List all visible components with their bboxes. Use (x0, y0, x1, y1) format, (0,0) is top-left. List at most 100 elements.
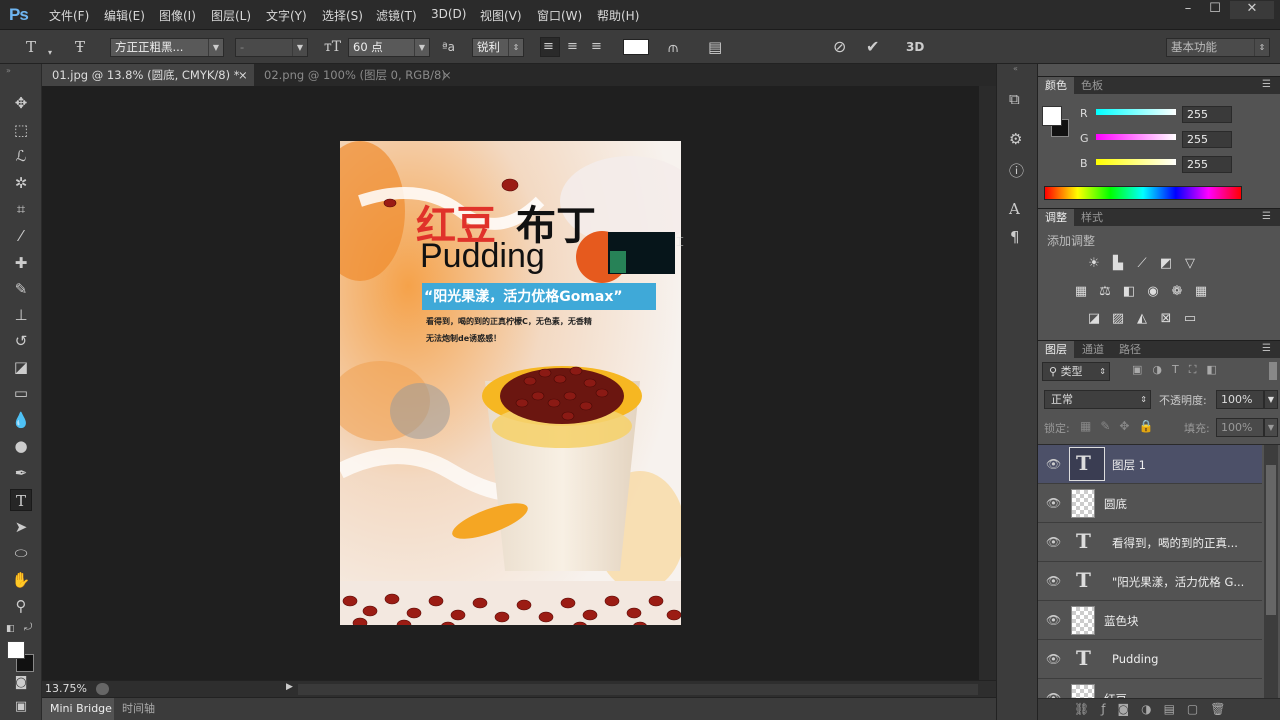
blend-mode-select[interactable]: 正常 ⇕ (1044, 390, 1151, 409)
layer-row[interactable]: 👁 圆底 (1038, 484, 1262, 523)
dodge-tool-icon[interactable]: ● (10, 435, 32, 457)
commit-edit-icon[interactable]: ✔ (866, 38, 879, 56)
visibility-eye-icon[interactable]: 👁 (1046, 496, 1061, 510)
eyedropper-tool-icon[interactable]: ⁄ (10, 225, 32, 247)
character-panel-icon[interactable]: ▤ (708, 38, 722, 56)
status-info-icon[interactable] (96, 683, 109, 695)
tab-02-png[interactable]: 02.png @ 100% (图层 0, RGB/8) × (254, 64, 459, 86)
channel-r-value[interactable]: 255 (1182, 106, 1232, 123)
close-tab-icon[interactable]: × (442, 64, 452, 86)
align-center-icon[interactable]: ≡ (567, 38, 578, 56)
default-colors-icon[interactable]: ◧ (6, 624, 15, 634)
levels-icon[interactable]: ▙ (1110, 257, 1126, 271)
tab-timeline[interactable]: 时间轴 (122, 698, 155, 720)
invert-icon[interactable]: ◪ (1086, 312, 1102, 326)
menu-filter[interactable]: 滤镜(T) (376, 7, 417, 24)
photo-filter-icon[interactable]: ◉ (1145, 285, 1161, 299)
visibility-eye-icon[interactable]: 👁 (1046, 535, 1061, 549)
channel-g-value[interactable]: 255 (1182, 131, 1232, 148)
black-white-icon[interactable]: ◧ (1121, 285, 1137, 299)
magic-wand-tool-icon[interactable]: ✲ (10, 172, 32, 194)
font-style-select[interactable]: - ▼ (235, 38, 308, 57)
opacity-field[interactable]: 100% (1216, 390, 1264, 409)
clone-stamp-icon[interactable]: ⊥ (10, 304, 32, 326)
visibility-eye-icon[interactable]: 👁 (1046, 691, 1061, 698)
gradient-tool-icon[interactable]: ▭ (10, 382, 32, 404)
layer-row[interactable]: 👁 T 图层 1 (1038, 445, 1262, 484)
minimize-button[interactable]: – (1173, 1, 1203, 19)
font-family-select[interactable]: 方正正粗黑... ▼ (110, 38, 224, 57)
document-canvas[interactable]: 红豆 布丁 Pudding “阳光果漾，活力优格Gomax” 看得到，喝的到的正… (340, 141, 681, 625)
chevron-down-icon[interactable]: ▼ (1264, 390, 1278, 409)
curves-icon[interactable]: ⟋ (1134, 257, 1150, 271)
fill-field[interactable]: 100% (1216, 418, 1264, 437)
vibrance-icon[interactable]: ▽ (1182, 257, 1198, 271)
status-menu-arrow-icon[interactable]: ▶ (286, 682, 293, 692)
quick-mask-icon[interactable]: ◙ (10, 672, 32, 694)
tab-swatches[interactable]: 色板 (1074, 77, 1110, 95)
menu-help[interactable]: 帮助(H) (597, 7, 639, 24)
layer-row[interactable]: 👁 红豆 (1038, 679, 1262, 698)
panel-menu-icon[interactable]: ☰ (1262, 79, 1271, 90)
menu-3d[interactable]: 3D(D) (431, 7, 466, 21)
layer-row[interactable]: 👁 蓝色块 (1038, 601, 1262, 640)
align-right-icon[interactable]: ≡ (591, 38, 602, 56)
properties-panel-icon[interactable]: ⚙ (1009, 130, 1022, 148)
history-panel-icon[interactable]: ⧉ (1009, 90, 1020, 108)
layer-filter-select[interactable]: ⚲ 类型 ⇕ (1042, 362, 1110, 381)
antialias-select[interactable]: 锐利 ⇕ (472, 38, 524, 57)
layer-row[interactable]: 👁 T "阳光果漾，活力优格 G... (1038, 562, 1262, 601)
maximize-button[interactable]: ☐ (1200, 1, 1230, 19)
visibility-eye-icon[interactable]: 👁 (1046, 652, 1061, 666)
text-color-swatch[interactable] (623, 39, 649, 55)
channel-r-slider[interactable] (1096, 109, 1176, 115)
tab-mini-bridge[interactable]: Mini Bridge (42, 698, 114, 720)
menu-layer[interactable]: 图层(L) (211, 7, 251, 24)
visibility-eye-icon[interactable]: 👁 (1046, 574, 1061, 588)
character-panel-icon[interactable]: A (1009, 200, 1020, 218)
layer-action-icons[interactable]: ⛓ƒ◙◑▤▢🗑 (1074, 702, 1237, 716)
eraser-tool-icon[interactable]: ◪ (10, 356, 32, 378)
layers-scrollbar[interactable] (1264, 445, 1278, 698)
collapse-icon[interactable]: » (6, 66, 11, 75)
toggle-orientation-icon[interactable]: Ŧ (75, 38, 85, 56)
tab-color[interactable]: 颜色 (1038, 77, 1074, 95)
channel-b-value[interactable]: 255 (1182, 156, 1232, 173)
threshold-icon[interactable]: ◭ (1134, 312, 1150, 326)
warp-text-icon[interactable]: ⫙ (668, 38, 678, 56)
layer-row[interactable]: 👁 T Pudding (1038, 640, 1262, 679)
paragraph-panel-icon[interactable]: ¶ (1010, 228, 1020, 246)
type-tool-icon[interactable]: T (10, 489, 32, 511)
tab-layers[interactable]: 图层 (1038, 341, 1074, 359)
brightness-icon[interactable]: ☀ (1086, 257, 1102, 271)
horizontal-scrollbar[interactable] (298, 684, 978, 695)
lock-icons[interactable]: ▦✎✥🔒 (1080, 419, 1162, 433)
menu-window[interactable]: 窗口(W) (537, 7, 582, 24)
vertical-scrollbar[interactable] (979, 86, 996, 680)
font-size-select[interactable]: 60 点 ▼ (348, 38, 430, 57)
menu-edit[interactable]: 编辑(E) (104, 7, 145, 24)
color-spectrum-bar[interactable] (1044, 186, 1242, 200)
workspace-select[interactable]: 基本功能 ⇕ (1166, 38, 1270, 57)
brush-tool-icon[interactable]: ✎ (10, 278, 32, 300)
channel-mixer-icon[interactable]: ❁ (1169, 285, 1185, 299)
ellipse-tool-icon[interactable]: ⬭ (10, 542, 32, 564)
type-tool-preset-icon[interactable]: T (26, 38, 36, 56)
menu-image[interactable]: 图像(I) (159, 7, 196, 24)
menu-select[interactable]: 选择(S) (322, 7, 363, 24)
screen-mode-icon[interactable]: ▣ (10, 696, 32, 718)
cancel-edit-icon[interactable]: ⊘ (833, 38, 846, 56)
tab-styles[interactable]: 样式 (1074, 209, 1110, 227)
lasso-tool-icon[interactable]: ℒ (10, 145, 32, 167)
move-tool-icon[interactable]: ✥ (10, 92, 32, 114)
color-balance-icon[interactable]: ⚖ (1097, 285, 1113, 299)
tab-adjustments[interactable]: 调整 (1038, 209, 1074, 227)
tab-01-jpg[interactable]: 01.jpg @ 13.8% (圆底, CMYK/8) * × (42, 64, 254, 86)
menu-type[interactable]: 文字(Y) (266, 7, 307, 24)
swap-colors-icon[interactable]: ⤾ (24, 622, 32, 633)
fg-color-swatch[interactable] (1042, 106, 1062, 126)
zoom-tool-icon[interactable]: ⚲ (10, 595, 32, 617)
color-lookup-icon[interactable]: ▦ (1193, 285, 1209, 299)
visibility-eye-icon[interactable]: 👁 (1046, 613, 1061, 627)
gradient-map-icon[interactable]: ▭ (1182, 312, 1198, 326)
